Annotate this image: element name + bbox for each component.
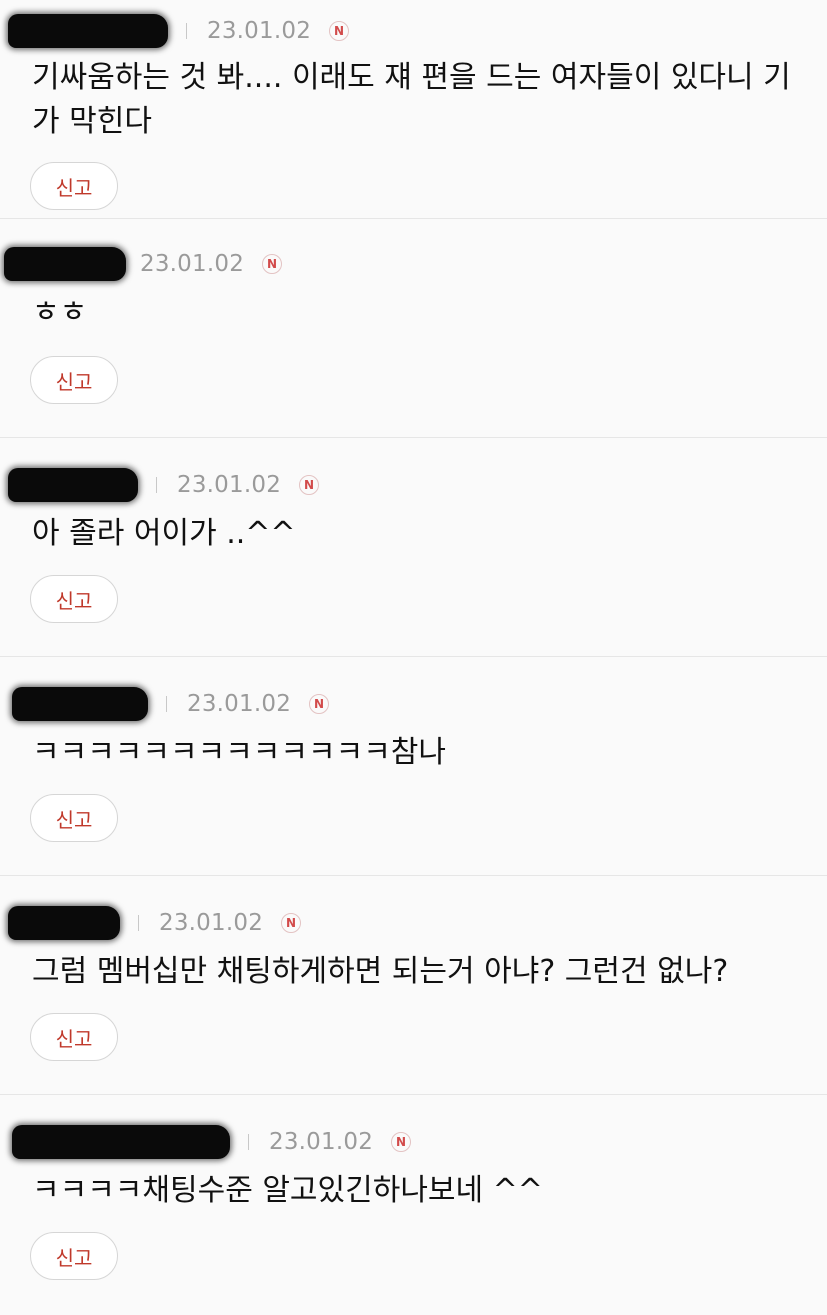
- redacted-username: [8, 14, 168, 48]
- comment-date: 23.01.02: [177, 472, 282, 498]
- comment-item: 23.01.02 N 기싸움하는 것 봐.... 이래도 쟤 편을 드는 여자들…: [0, 0, 827, 219]
- comment-meta: 23.01.02 N: [0, 687, 330, 721]
- redacted-username: [8, 468, 138, 502]
- comment-date: 23.01.02: [207, 18, 312, 44]
- comment-text: 기싸움하는 것 봐.... 이래도 쟤 편을 드는 여자들이 있다니 기가 막힌…: [32, 60, 791, 139]
- meta-divider: [156, 477, 157, 493]
- report-button[interactable]: 신고: [30, 794, 118, 842]
- comment-date: 23.01.02: [269, 1129, 374, 1155]
- comment-text: ㅋㅋㅋㅋㅋㅋㅋㅋㅋㅋㅋㅋㅋ참나: [32, 735, 446, 770]
- redacted-username: [12, 687, 148, 721]
- comment-list: 23.01.02 N 기싸움하는 것 봐.... 이래도 쟤 편을 드는 여자들…: [0, 0, 827, 1315]
- comment-meta: 23.01.02 N: [0, 14, 350, 48]
- meta-divider: [248, 1134, 249, 1150]
- report-button[interactable]: 신고: [30, 162, 118, 210]
- comment-item: 23.01.02 N ㅋㅋㅋㅋ채팅수준 알고있긴하나보네 ^^ 신고: [0, 1095, 827, 1315]
- redacted-username: [12, 1125, 230, 1159]
- comment-meta: 23.01.02 N: [0, 906, 302, 940]
- comment-text: ㅎㅎ: [32, 295, 88, 330]
- new-badge-icon: N: [281, 913, 302, 933]
- meta-divider: [166, 696, 167, 712]
- comment-meta: 23.01.02 N: [0, 247, 283, 281]
- new-badge-icon: N: [262, 254, 283, 274]
- report-button[interactable]: 신고: [30, 1013, 118, 1061]
- comment-text: ㅋㅋㅋㅋ채팅수준 알고있긴하나보네 ^^: [32, 1173, 543, 1208]
- redacted-username: [8, 906, 120, 940]
- new-badge-icon: N: [329, 21, 350, 41]
- comment-item: 23.01.02 N 그럼 멤버십만 채팅하게하면 되는거 아냐? 그런건 없나…: [0, 876, 827, 1095]
- comment-text: 아 졸라 어이가 ..^^: [32, 516, 296, 551]
- new-badge-icon: N: [391, 1132, 412, 1152]
- new-badge-icon: N: [299, 475, 320, 495]
- report-button[interactable]: 신고: [30, 1232, 118, 1280]
- comment-text: 그럼 멤버십만 채팅하게하면 되는거 아냐? 그런건 없나?: [32, 954, 729, 989]
- comment-date: 23.01.02: [140, 251, 245, 277]
- comment-meta: 23.01.02 N: [0, 468, 320, 502]
- report-button[interactable]: 신고: [30, 575, 118, 623]
- new-badge-icon: N: [309, 694, 330, 714]
- comment-date: 23.01.02: [187, 691, 292, 717]
- comment-item: 23.01.02 N ㅎㅎ 신고: [0, 219, 827, 438]
- report-button[interactable]: 신고: [30, 356, 118, 404]
- meta-divider: [138, 915, 139, 931]
- comment-item: 23.01.02 N ㅋㅋㅋㅋㅋㅋㅋㅋㅋㅋㅋㅋㅋ참나 신고: [0, 657, 827, 876]
- meta-divider: [186, 23, 187, 39]
- comment-item: 23.01.02 N 아 졸라 어이가 ..^^ 신고: [0, 438, 827, 657]
- redacted-username: [4, 247, 126, 281]
- comment-meta: 23.01.02 N: [0, 1125, 412, 1159]
- comment-date: 23.01.02: [159, 910, 264, 936]
